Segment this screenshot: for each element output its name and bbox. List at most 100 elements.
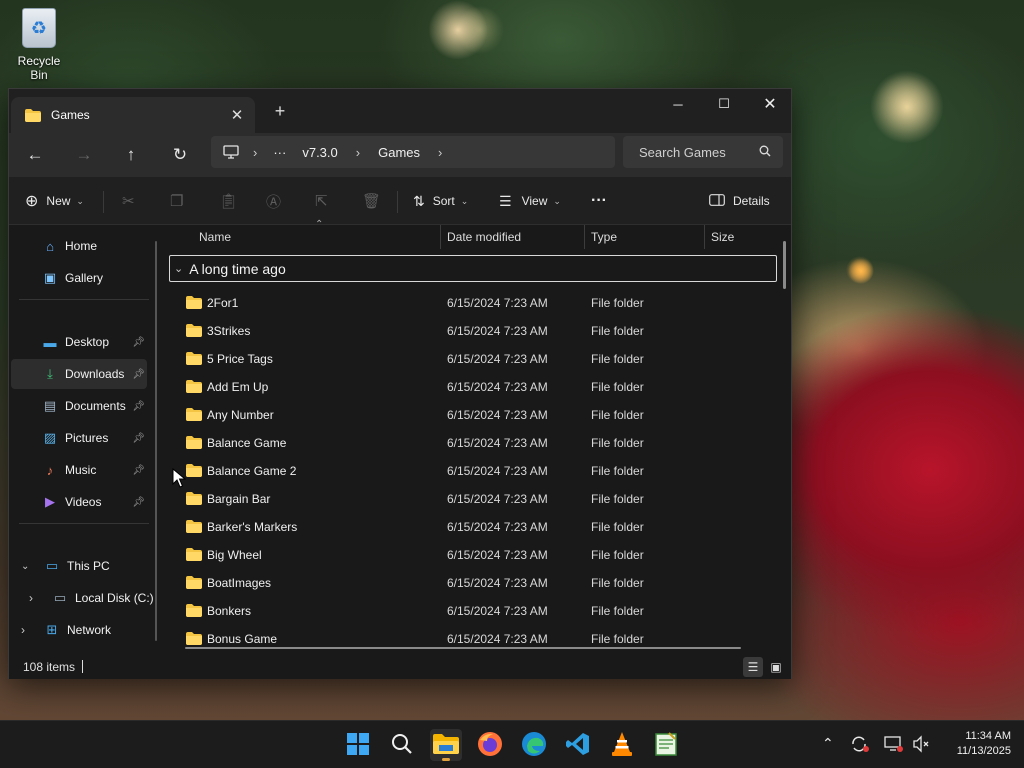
tab-games[interactable]: Games ✕ [11,97,255,133]
pin-icon[interactable]: 📌︎ [132,465,145,476]
sidebar-item-local-disk[interactable]: › ▭ Local Disk (C:) [11,583,157,613]
close-tab-icon[interactable]: ✕ [225,103,249,127]
chevron-right-icon[interactable]: › [356,145,360,160]
sidebar-item-music[interactable]: ♪ Music 📌︎ [11,455,147,485]
file-row[interactable]: Barker's Markers 6/15/2024 7:23 AM File fo… [167,513,777,541]
taskbar-notepad[interactable] [650,729,682,761]
file-row[interactable]: Balance Game 2 6/15/2024 7:23 AM File fold… [167,457,777,485]
start-button[interactable] [342,729,374,761]
column-type[interactable]: Type [591,230,617,244]
taskbar-vscode[interactable] [562,729,594,761]
back-button[interactable]: ← [19,139,51,171]
file-row[interactable]: 5 Price Tags 6/15/2024 7:23 AM File folder [167,345,777,373]
file-row[interactable]: Bargain Bar 6/15/2024 7:23 AM File folder [167,485,777,513]
sidebar-item-network[interactable]: › ⊞ Network [11,615,147,645]
maximize-button[interactable]: ☐ [701,89,747,119]
group-header[interactable]: ⌄ A long time ago [169,255,777,282]
horizontal-scrollbar[interactable] [185,647,741,649]
taskbar-search-button[interactable] [386,729,418,761]
chevron-down-icon[interactable]: ⌄ [21,561,35,572]
pin-icon[interactable]: 📌︎ [132,337,145,348]
new-button[interactable]: ⊕ New ⌄ [25,185,84,217]
pin-icon[interactable]: 📌︎ [132,497,145,508]
column-divider[interactable] [584,225,585,249]
pin-icon[interactable]: 📌︎ [132,369,145,380]
item-count: 108 items [23,660,76,674]
pin-icon[interactable]: 📌︎ [132,401,145,412]
column-date-modified[interactable]: Date modified [447,230,521,244]
home-icon: ⌂ [46,238,54,254]
sidebar-item-label: Videos [65,495,102,509]
sort-icon: ⇅ [413,192,425,209]
minimize-button[interactable]: ─ [655,89,701,119]
chevron-right-icon[interactable]: › [29,591,43,605]
share-icon[interactable]: ⇱ [315,185,328,217]
file-row[interactable]: Big Wheel 6/15/2024 7:23 AM File folder [167,541,777,569]
column-divider[interactable] [440,225,441,249]
chevron-down-icon: ⌄ [76,195,84,206]
chevron-right-icon[interactable]: › [438,145,442,160]
new-tab-button[interactable]: + [269,99,291,123]
file-row[interactable]: 3Strikes 6/15/2024 7:23 AM File folder [167,317,777,345]
file-row[interactable]: Any Number 6/15/2024 7:23 AM File folder [167,401,777,429]
column-divider[interactable] [704,225,705,249]
download-icon: ⤓ [47,366,53,381]
cut-icon[interactable]: ✂ [122,185,135,217]
title-bar: Games ✕ + ─ ☐ ✕ [9,89,791,133]
view-button[interactable]: ☰ View ⌄ [499,185,561,217]
sidebar-item-desktop[interactable]: ▬ Desktop 📌︎ [11,327,147,357]
file-row[interactable]: BoatImages 6/15/2024 7:23 AM File folder [167,569,777,597]
refresh-button[interactable]: ↻ [164,139,196,171]
delete-icon[interactable]: 🗑︎ [362,185,381,217]
sidebar-scrollbar[interactable] [155,241,157,641]
file-row[interactable]: Bonkers 6/15/2024 7:23 AM File folder [167,597,777,625]
taskbar-firefox[interactable] [474,729,506,761]
volume-muted-icon[interactable] [912,735,930,756]
pin-icon[interactable]: 📌︎ [132,433,145,444]
edge-icon [521,731,547,760]
sidebar-item-downloads[interactable]: ⤓ Downloads 📌︎ [11,359,147,389]
file-row[interactable]: Add Em Up 6/15/2024 7:23 AM File folder [167,373,777,401]
sidebar-item-videos[interactable]: ▶ Videos 📌︎ [11,487,147,517]
sort-button[interactable]: ⇅ Sort ⌄ [413,185,468,217]
file-row[interactable]: 2For1 6/15/2024 7:23 AM File folder [167,289,777,317]
address-bar[interactable]: › ··· v7.3.0 › Games › [211,136,615,168]
close-window-button[interactable]: ✕ [747,89,793,119]
copy-icon[interactable]: ❐ [170,185,183,217]
show-hidden-icons-chevron-up-icon[interactable]: ⌃ [822,735,834,752]
up-button[interactable]: ↑ [115,139,147,171]
chevron-right-icon[interactable]: › [21,623,35,637]
column-size[interactable]: Size [711,230,734,244]
sidebar-item-pictures[interactable]: ▨ Pictures 📌︎ [11,423,147,453]
details-view-button[interactable]: ☰ [743,657,763,677]
column-name[interactable]: Name [199,230,231,244]
vertical-scrollbar[interactable] [783,241,786,289]
sidebar-item-home[interactable]: ⌂ Home [11,231,147,261]
new-label: New [46,194,71,208]
search-icon [391,733,413,758]
file-type: File folder [591,464,644,478]
file-row[interactable]: Balance Game 6/15/2024 7:23 AM File folder [167,429,777,457]
taskbar-vlc[interactable] [606,729,638,761]
paste-icon[interactable]: 📋︎ [219,185,238,217]
taskbar-file-explorer[interactable] [430,729,462,761]
sidebar-item-gallery[interactable]: ▣ Gallery [11,263,147,293]
rename-icon[interactable]: Ⓐ [266,185,281,217]
sidebar-item-this-pc[interactable]: ⌄ ▭ This PC [11,551,147,581]
sidebar-item-documents[interactable]: ▤ Documents 📌︎ [11,391,147,421]
chevron-right-icon[interactable]: › [253,145,257,160]
breadcrumb-games[interactable]: Games [378,145,420,160]
more-options-button[interactable]: ··· [591,185,607,217]
details-button[interactable]: Details [709,185,770,217]
display-icon[interactable] [884,735,904,756]
taskbar-edge[interactable] [518,729,550,761]
taskbar-clock[interactable]: 11:34 AM 11/13/2025 [935,729,1011,759]
breadcrumb-overflow[interactable]: ··· [273,145,286,160]
large-icons-view-button[interactable]: ▣ [766,657,786,677]
forward-button[interactable]: → [68,139,100,171]
recycle-bin-shortcut[interactable]: Recycle Bin [8,8,70,82]
sync-icon[interactable] [850,735,870,756]
sort-label: Sort [432,194,455,208]
search-input[interactable]: Search Games [623,136,783,168]
breadcrumb-v7-3-0[interactable]: v7.3.0 [302,145,337,160]
